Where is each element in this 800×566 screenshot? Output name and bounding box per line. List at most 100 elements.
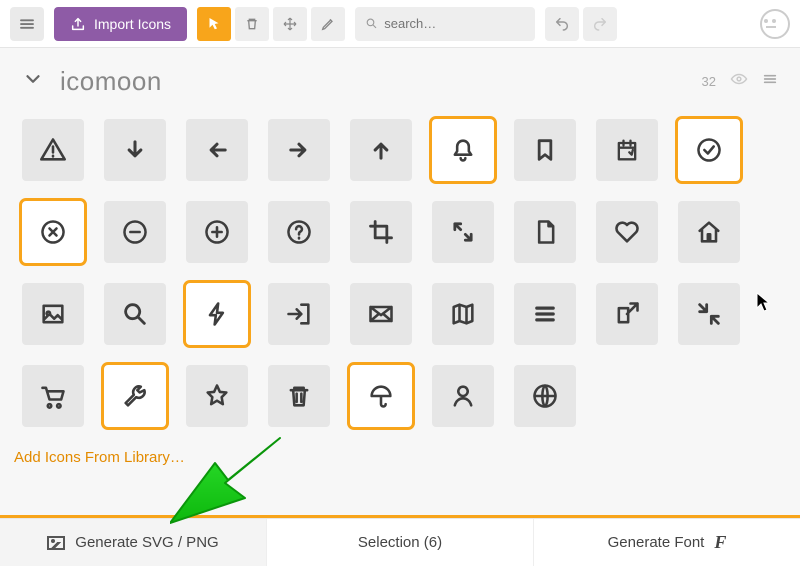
icon-external-link-icon[interactable] [596, 283, 658, 345]
user-icon [449, 382, 477, 410]
tab-svg-label: Generate SVG / PNG [75, 534, 218, 551]
question-circle-icon [285, 218, 313, 246]
icon-arrow-up-icon[interactable] [350, 119, 412, 181]
face-icon [768, 22, 782, 26]
arrow-right-icon [285, 136, 313, 164]
move-tool[interactable] [273, 7, 307, 41]
icon-check-circle-icon[interactable] [678, 119, 740, 181]
wrench-icon [121, 382, 149, 410]
icon-menu-icon[interactable] [514, 283, 576, 345]
cursor-icon [205, 15, 223, 33]
mail-icon [367, 300, 395, 328]
umbrella-icon [367, 382, 395, 410]
icon-lightning-icon[interactable] [186, 283, 248, 345]
icon-image-icon[interactable] [22, 283, 84, 345]
user-avatar[interactable] [760, 9, 790, 39]
icon-warning-icon[interactable] [22, 119, 84, 181]
tab-font-label: Generate Font [608, 534, 705, 551]
icon-globe-icon[interactable] [514, 365, 576, 427]
search-icon [365, 16, 378, 31]
icon-arrow-left-icon[interactable] [186, 119, 248, 181]
external-link-icon [613, 300, 641, 328]
calendar-icon [613, 136, 641, 164]
collapse-section-button[interactable] [22, 68, 44, 96]
icon-star-icon[interactable] [186, 365, 248, 427]
tab-selection[interactable]: Selection (6) [267, 519, 534, 566]
tab-generate-svg[interactable]: Generate SVG / PNG [0, 519, 267, 566]
icon-calendar-icon[interactable] [596, 119, 658, 181]
trash-icon [244, 16, 260, 32]
file-icon [531, 218, 559, 246]
icon-bookmark-icon[interactable] [514, 119, 576, 181]
icon-home-icon[interactable] [678, 201, 740, 263]
tab-bar: Generate SVG / PNG Selection (6) Generat… [0, 518, 800, 566]
section-header: icomoon 32 [0, 48, 800, 101]
edit-tool[interactable] [311, 7, 345, 41]
undo-icon [554, 16, 570, 32]
tab-generate-font[interactable]: Generate Font F [534, 519, 800, 566]
eye-icon [730, 70, 748, 88]
icon-crop-icon[interactable] [350, 201, 412, 263]
icon-count: 32 [702, 74, 716, 89]
icon-arrow-right-icon[interactable] [268, 119, 330, 181]
top-toolbar: Import Icons [0, 0, 800, 48]
image-icon [47, 536, 65, 550]
icon-map-icon[interactable] [432, 283, 494, 345]
icon-user-icon[interactable] [432, 365, 494, 427]
search-icon [121, 300, 149, 328]
search-box[interactable] [355, 7, 535, 41]
expand-icon [449, 218, 477, 246]
icon-mail-icon[interactable] [350, 283, 412, 345]
add-from-library-link[interactable]: Add Icons From Library… [0, 435, 800, 474]
lightning-icon [203, 300, 231, 328]
arrow-up-icon [367, 136, 395, 164]
tool-strip [197, 7, 345, 41]
section-menu-button[interactable] [762, 71, 778, 92]
icon-wrench-icon[interactable] [104, 365, 166, 427]
icon-grid [0, 101, 800, 435]
icon-arrow-down-icon[interactable] [104, 119, 166, 181]
icon-x-circle-icon[interactable] [22, 201, 84, 263]
icon-expand-icon[interactable] [432, 201, 494, 263]
icon-trash-icon[interactable] [268, 365, 330, 427]
icon-heart-icon[interactable] [596, 201, 658, 263]
map-icon [449, 300, 477, 328]
icon-collapse-icon[interactable] [678, 283, 740, 345]
select-tool[interactable] [197, 7, 231, 41]
x-circle-icon [39, 218, 67, 246]
image-icon [39, 300, 67, 328]
redo-icon [592, 16, 608, 32]
icon-bell-icon[interactable] [432, 119, 494, 181]
bell-icon [449, 136, 477, 164]
pencil-icon [320, 16, 336, 32]
undo-button[interactable] [545, 7, 579, 41]
icon-question-circle-icon[interactable] [268, 201, 330, 263]
font-f-icon: F [714, 532, 726, 553]
hamburger-button[interactable] [10, 7, 44, 41]
warning-icon [39, 136, 67, 164]
import-icons-button[interactable]: Import Icons [54, 7, 187, 41]
icon-search-icon[interactable] [104, 283, 166, 345]
icon-login-icon[interactable] [268, 283, 330, 345]
menu-icon [531, 300, 559, 328]
bookmark-icon [531, 136, 559, 164]
arrow-left-icon [203, 136, 231, 164]
redo-button[interactable] [583, 7, 617, 41]
home-icon [695, 218, 723, 246]
cart-icon [39, 382, 67, 410]
minus-circle-icon [121, 218, 149, 246]
icon-plus-circle-icon[interactable] [186, 201, 248, 263]
search-input[interactable] [384, 16, 525, 31]
import-label: Import Icons [94, 16, 171, 32]
delete-tool[interactable] [235, 7, 269, 41]
section-title: icomoon [60, 66, 162, 97]
tab-selection-label: Selection (6) [358, 534, 442, 551]
heart-icon [613, 218, 641, 246]
icon-umbrella-icon[interactable] [350, 365, 412, 427]
visibility-toggle[interactable] [730, 70, 748, 93]
icon-minus-circle-icon[interactable] [104, 201, 166, 263]
menu-icon [762, 71, 778, 87]
collapse-icon [695, 300, 723, 328]
icon-cart-icon[interactable] [22, 365, 84, 427]
icon-file-icon[interactable] [514, 201, 576, 263]
